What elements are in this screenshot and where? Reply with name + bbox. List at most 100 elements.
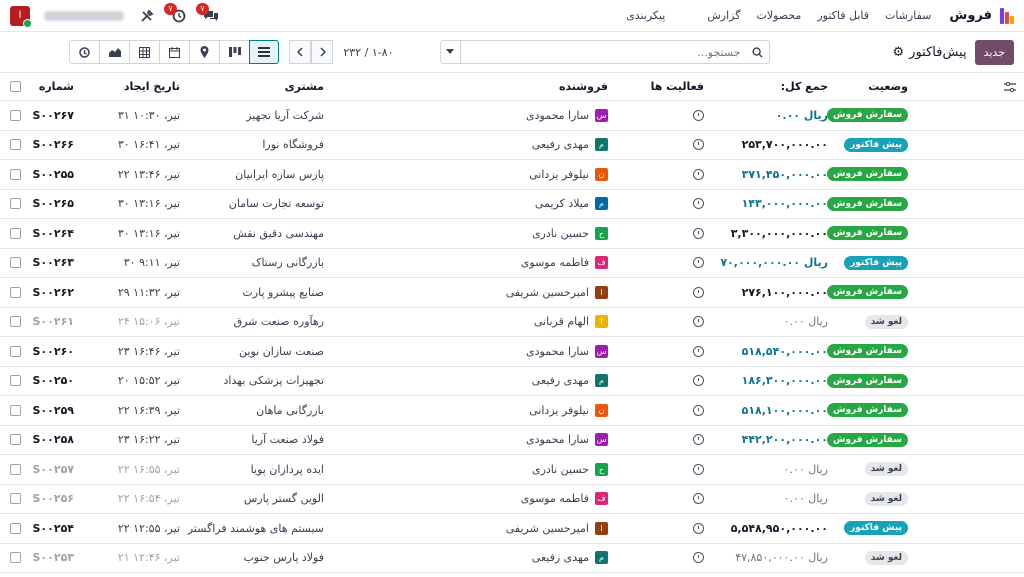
pivot-view-icon[interactable] — [129, 40, 160, 64]
activity-clock-icon[interactable] — [693, 168, 704, 180]
activity-clock-icon[interactable] — [693, 463, 704, 475]
activity-clock-icon[interactable] — [693, 522, 704, 534]
app-brand[interactable]: فروش — [949, 7, 1014, 24]
activity-clock-icon[interactable] — [693, 345, 704, 357]
header-status[interactable]: وضعیت — [868, 73, 908, 100]
avatar: ا — [595, 315, 608, 329]
table-row[interactable]: سفارش فروش ۴۴۲,۲۰۰,۰۰۰.۰۰ س سارا محمودی فولا… — [0, 426, 1024, 455]
new-button[interactable]: جدید — [974, 39, 1014, 65]
activity-clock-icon[interactable] — [693, 109, 704, 121]
table-body: سفارش فروش ریال ۰.۰۰ س سارا محمودی شرکت آریا… — [0, 101, 1024, 573]
table-row[interactable]: سفارش فروش ریال ۰.۰۰ س سارا محمودی شرکت آریا… — [0, 101, 1024, 131]
header-activities[interactable]: فعالیت ها — [651, 73, 704, 100]
optional-columns-icon[interactable] — [1004, 73, 1016, 100]
gear-icon[interactable]: ⚙ — [893, 45, 905, 60]
pager-value[interactable]: ۱-۸۰ / ۲۳۲ — [343, 46, 393, 59]
activity-cell — [693, 337, 704, 366]
activity-view-icon[interactable] — [69, 40, 100, 64]
customer-name: رهآوره صنعت شرق — [233, 315, 324, 329]
row-checkbox[interactable] — [10, 455, 21, 484]
search-input[interactable] — [460, 41, 747, 63]
header-customer[interactable]: مشتری — [285, 73, 324, 100]
row-checkbox[interactable] — [10, 514, 21, 543]
table-row[interactable]: سفارش فروش ۱۸۶,۳۰۰,۰۰۰.۰۰ م مهدی رفیعی تجهیز… — [0, 367, 1024, 396]
activity-clock-icon[interactable] — [693, 198, 704, 210]
row-checkbox[interactable] — [10, 485, 21, 514]
table-row[interactable]: سفارش فروش ۲۷۶,۱۰۰,۰۰۰.۰۰ ا امیرحسین شریفی ص… — [0, 278, 1024, 308]
activity-cell — [693, 514, 704, 543]
table-row[interactable]: پیش فاکتور ۵,۵۴۸,۹۵۰,۰۰۰.۰۰ ا امیرحسین شریف… — [0, 514, 1024, 544]
company-switcher-blurred[interactable] — [44, 10, 124, 21]
total-cell: ۳,۳۰۰,۰۰۰,۰۰۰.۰۰ — [731, 219, 828, 248]
row-checkbox[interactable] — [10, 367, 21, 396]
activity-clock-icon[interactable] — [693, 316, 704, 328]
salesperson-cell: ن نیلوفر یزدانی — [529, 396, 608, 425]
search-options-toggle[interactable] — [441, 41, 461, 63]
table-row[interactable]: سفارش فروش ۱۴۳,۰۰۰,۰۰۰.۰۰ م میلاد کریمی توسع… — [0, 190, 1024, 219]
select-all-checkbox[interactable] — [10, 73, 21, 100]
table-row[interactable]: سفارش فروش ۳,۳۰۰,۰۰۰,۰۰۰.۰۰ ح حسین نادری مهن… — [0, 219, 1024, 249]
search-icon[interactable] — [747, 46, 769, 58]
salesperson-cell: ف فاطمه موسوی — [521, 485, 608, 514]
header-salesperson[interactable]: فروشنده — [559, 73, 608, 100]
activity-clock-icon[interactable] — [693, 434, 704, 446]
activity-clock-icon[interactable] — [693, 375, 704, 387]
menu-configuration[interactable]: پیکربندی — [626, 9, 665, 22]
total-amount: ریال ۴۷,۸۵۰,۰۰۰.۰۰ — [735, 551, 828, 565]
table-row[interactable]: پیش فاکتور ۲۵۳,۷۰۰,۰۰۰.۰۰ م مهدی رفیعی فروشگ… — [0, 131, 1024, 160]
menu-products[interactable]: محصولات — [756, 9, 801, 22]
activity-clock-icon[interactable] — [693, 552, 704, 564]
table-row[interactable]: پیش فاکتور ریال ۷۰,۰۰۰,۰۰۰.۰۰ ف فاطمه موسوی… — [0, 249, 1024, 278]
chat-badge: ۷ — [196, 2, 209, 15]
tools-icon[interactable] — [138, 7, 156, 25]
table-row[interactable]: سفارش فروش ۵۱۸,۵۴۰,۰۰۰.۰۰ س سارا محمودی صنعت… — [0, 337, 1024, 367]
activity-clock-icon[interactable] — [693, 286, 704, 298]
table-row[interactable]: لغو شد ریال ۰.۰۰ ا الهام قربانی رهآوره صنعت … — [0, 308, 1024, 337]
menu-reporting[interactable]: گزارش — [707, 9, 740, 22]
salesperson-cell: ح حسین نادری — [532, 455, 608, 484]
pager-previous-chevron-icon[interactable] — [311, 40, 334, 64]
avatar: ا — [595, 521, 608, 535]
list-view-icon[interactable] — [249, 40, 280, 64]
salesperson-name: حسین نادری — [531, 226, 589, 240]
header-number[interactable]: شماره — [39, 73, 74, 100]
row-checkbox[interactable] — [10, 308, 21, 337]
row-checkbox[interactable] — [10, 190, 21, 219]
row-checkbox[interactable] — [10, 249, 21, 278]
graph-view-icon[interactable] — [99, 40, 130, 64]
table-row[interactable]: سفارش فروش ۳۷۱,۴۵۰,۰۰۰.۰۰ ن نیلوفر یزدانی پا… — [0, 160, 1024, 190]
menu-to-invoice[interactable]: قابل فاکتور — [817, 9, 869, 22]
row-checkbox[interactable] — [10, 219, 21, 248]
row-checkbox[interactable] — [10, 101, 21, 130]
row-checkbox[interactable] — [10, 544, 21, 573]
row-checkbox[interactable] — [10, 160, 21, 189]
pager-next-chevron-icon[interactable] — [289, 40, 312, 64]
activity-clock-icon[interactable] — [693, 404, 704, 416]
row-checkbox[interactable] — [10, 131, 21, 160]
menu-orders[interactable]: سفارشات — [885, 9, 931, 22]
header-total[interactable]: جمع کل: — [781, 73, 828, 100]
table-row[interactable]: لغو شد ریال ۴۷,۸۵۰,۰۰۰.۰۰ م مهدی رفیعی فولاد… — [0, 544, 1024, 573]
header-date[interactable]: تاریخ ایجاد — [124, 73, 180, 100]
row-checkbox[interactable] — [10, 278, 21, 307]
user-avatar[interactable]: ا — [10, 5, 32, 28]
activity-clock-icon[interactable] — [693, 493, 704, 505]
table-row[interactable]: لغو شد ریال ۰.۰۰ ف فاطمه موسوی الوین گستر پا… — [0, 485, 1024, 514]
activity-clock-icon[interactable]: ۷ — [164, 2, 188, 25]
activity-clock-icon[interactable] — [693, 139, 704, 151]
status-cell: لغو شد — [864, 485, 908, 514]
chat-icon[interactable]: ۷ — [196, 2, 220, 25]
calendar-view-icon[interactable] — [159, 40, 190, 64]
row-checkbox[interactable] — [10, 396, 21, 425]
row-checkbox[interactable] — [10, 426, 21, 455]
table-row[interactable]: لغو شد ریال ۰.۰۰ ح حسین نادری ایده پردازان پ… — [0, 455, 1024, 485]
salesperson-cell: م میلاد کریمی — [535, 190, 608, 219]
row-checkbox[interactable] — [10, 337, 21, 366]
activity-clock-icon[interactable] — [693, 257, 704, 269]
status-badge: سفارش فروش — [827, 344, 908, 359]
table-row[interactable]: سفارش فروش ۵۱۸,۱۰۰,۰۰۰.۰۰ ن نیلوفر یزدانی با… — [0, 396, 1024, 426]
map-pin-icon[interactable] — [189, 40, 220, 64]
salesperson-name: میلاد کریمی — [534, 197, 589, 211]
activity-clock-icon[interactable] — [693, 227, 704, 239]
kanban-view-icon[interactable] — [219, 40, 250, 64]
